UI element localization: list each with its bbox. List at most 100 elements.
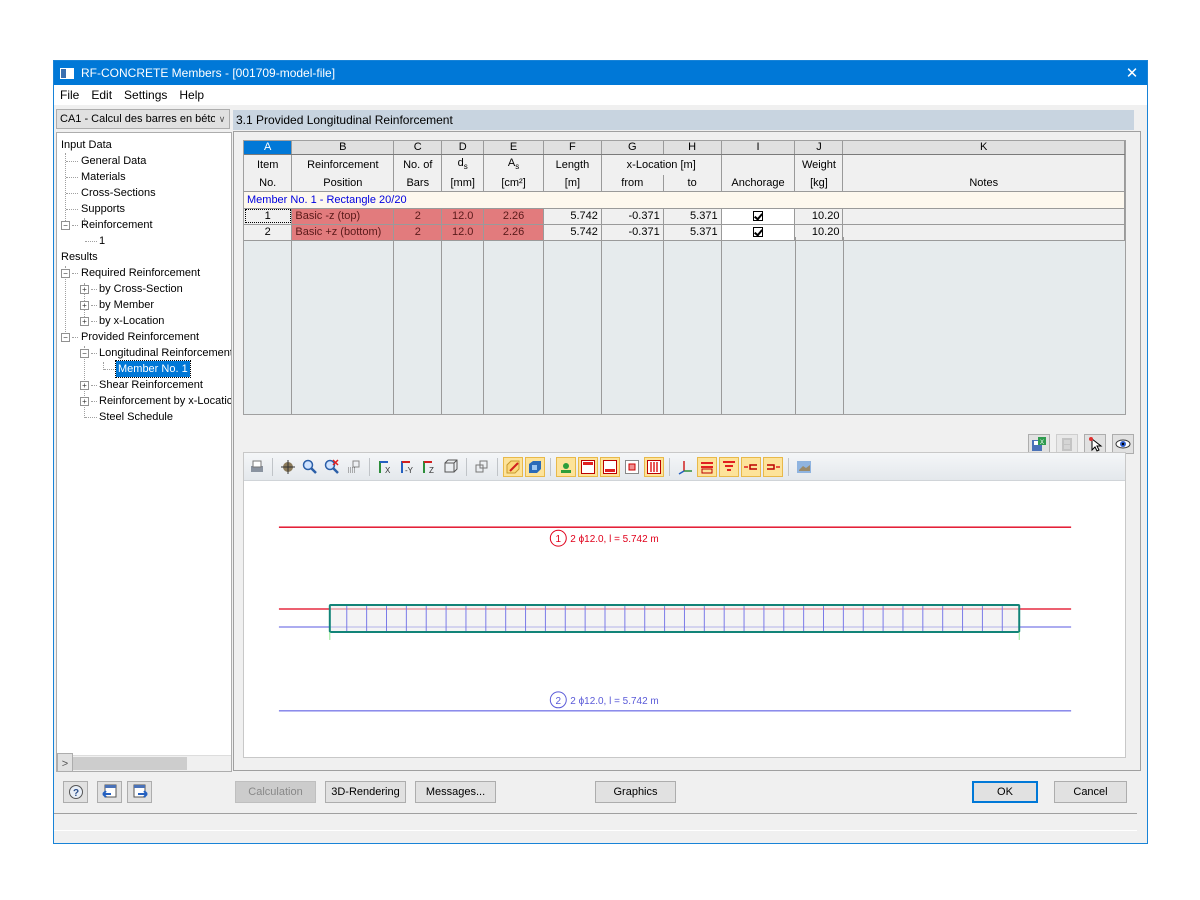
collapse-icon[interactable]: −: [61, 269, 70, 278]
collapse-icon[interactable]: −: [61, 221, 70, 230]
calculation-button[interactable]: Calculation: [235, 781, 316, 803]
top-reinforcement-icon[interactable]: [578, 456, 598, 477]
column-header-e[interactable]: E: [483, 141, 544, 155]
cell-weight[interactable]: 10.20: [794, 208, 844, 225]
tree-provided-reinforcement[interactable]: − Provided Reinforcement: [57, 329, 231, 345]
cancel-button[interactable]: Cancel: [1054, 781, 1127, 803]
cell-ds[interactable]: 12.0: [441, 208, 485, 225]
ok-button[interactable]: OK: [972, 781, 1038, 803]
view-minus-y-icon[interactable]: -Y: [397, 457, 417, 477]
chevron-down-icon[interactable]: ∨: [215, 114, 229, 125]
view-button[interactable]: [1112, 434, 1134, 454]
tree-steel-schedule[interactable]: Steel Schedule: [57, 409, 231, 425]
tree-by-cross-section[interactable]: + by Cross-Section: [57, 281, 231, 297]
anchorage-right-icon[interactable]: [763, 456, 783, 477]
tree-required-reinforcement[interactable]: − Required Reinforcement: [57, 265, 231, 281]
anchorage-checkbox[interactable]: [753, 210, 764, 221]
cell-to[interactable]: 5.371: [663, 208, 722, 225]
cell-bars[interactable]: 2: [393, 224, 443, 241]
members-display-icon[interactable]: [503, 456, 523, 477]
cell-from[interactable]: -0.371: [601, 208, 664, 225]
cell-item[interactable]: 1: [244, 208, 293, 225]
cell-position[interactable]: Basic +z (bottom): [291, 224, 395, 241]
cell-anchorage[interactable]: [721, 208, 796, 225]
tree-input-data[interactable]: Input Data: [57, 137, 231, 153]
cell-length[interactable]: 5.742: [543, 208, 602, 225]
export-excel-button[interactable]: X: [1028, 434, 1050, 454]
messages-button[interactable]: Messages...: [415, 781, 496, 803]
column-header-g[interactable]: G: [601, 141, 664, 155]
expand-icon[interactable]: +: [80, 301, 89, 310]
zoom-reset-icon[interactable]: [322, 457, 342, 477]
column-header-c[interactable]: C: [393, 141, 443, 155]
cell-position[interactable]: Basic -z (top): [291, 208, 395, 225]
next-window-button[interactable]: [127, 781, 152, 803]
column-header-a[interactable]: A: [244, 141, 293, 155]
tree-supports[interactable]: Supports: [57, 201, 231, 217]
graphics-button[interactable]: Graphics: [595, 781, 676, 803]
cell-length[interactable]: 5.742: [543, 224, 602, 241]
collapse-icon[interactable]: −: [61, 333, 70, 342]
bottom-reinforcement-icon[interactable]: [600, 456, 620, 477]
cell-anchorage[interactable]: [721, 224, 796, 241]
tree-results[interactable]: Results: [57, 249, 231, 265]
column-header-h[interactable]: H: [663, 141, 722, 155]
collapse-icon[interactable]: −: [80, 349, 89, 358]
tree-general-data[interactable]: General Data: [57, 153, 231, 169]
cell-ds[interactable]: 12.0: [441, 224, 485, 241]
library-button[interactable]: [1056, 434, 1078, 454]
horizontal-scrollbar[interactable]: < >: [57, 752, 231, 771]
render-settings-icon[interactable]: [794, 457, 814, 477]
column-header-f[interactable]: F: [543, 141, 602, 155]
cell-item[interactable]: 2: [244, 224, 293, 241]
column-header-j[interactable]: J: [794, 141, 844, 155]
view-all-icon[interactable]: [344, 457, 364, 477]
load-case-select[interactable]: CA1 - Calcul des barres en béto ∨: [56, 109, 230, 129]
axes-icon[interactable]: [675, 457, 695, 477]
previous-window-button[interactable]: [97, 781, 122, 803]
zoom-icon[interactable]: [300, 457, 320, 477]
isometric-view-icon[interactable]: [441, 457, 461, 477]
tree-cross-sections[interactable]: Cross-Sections: [57, 185, 231, 201]
table-row[interactable]: 2 Basic +z (bottom) 2 12.0 2.26 5.742 -0…: [244, 224, 1125, 241]
support-icon[interactable]: [556, 456, 576, 477]
expand-icon[interactable]: +: [80, 317, 89, 326]
column-header-b[interactable]: B: [291, 141, 395, 155]
cell-bars[interactable]: 2: [393, 208, 443, 225]
tree-reinforcement-by-x-location[interactable]: + Reinforcement by x-Locatic: [57, 393, 231, 409]
tree-shear-reinforcement[interactable]: + Shear Reinforcement: [57, 377, 231, 393]
menu-help[interactable]: Help: [173, 88, 210, 102]
section-reinforcement-icon[interactable]: [622, 457, 642, 477]
tree-member-no-1[interactable]: Member No. 1: [57, 360, 231, 378]
solid-display-icon[interactable]: [525, 456, 545, 477]
menu-file[interactable]: File: [54, 88, 85, 102]
close-icon[interactable]: ✕: [1117, 64, 1147, 82]
dimension-top-icon[interactable]: [697, 456, 717, 477]
table-row[interactable]: 1 Basic -z (top) 2 12.0 2.26 5.742 -0.37…: [244, 208, 1125, 225]
cell-as[interactable]: 2.26: [483, 224, 544, 241]
anchorage-left-icon[interactable]: [741, 456, 761, 477]
cell-notes[interactable]: [842, 224, 1125, 241]
menu-edit[interactable]: Edit: [85, 88, 118, 102]
cell-as[interactable]: 2.26: [483, 208, 544, 225]
pick-button[interactable]: [1084, 434, 1106, 454]
cell-weight[interactable]: 10.20: [794, 224, 844, 241]
tree-reinforcement[interactable]: − Reinforcement: [57, 217, 231, 233]
move-zoom-icon[interactable]: [278, 457, 298, 477]
help-button[interactable]: ?: [63, 781, 88, 803]
view-x-icon[interactable]: X: [375, 457, 395, 477]
tree-by-member[interactable]: + by Member: [57, 297, 231, 313]
cell-notes[interactable]: [842, 208, 1125, 225]
3d-rendering-button[interactable]: 3D-Rendering: [325, 781, 406, 803]
dimension-bottom-icon[interactable]: [719, 456, 739, 477]
view-z-icon[interactable]: Z: [419, 457, 439, 477]
expand-icon[interactable]: +: [80, 285, 89, 294]
wireframe-icon[interactable]: [472, 457, 492, 477]
cell-from[interactable]: -0.371: [601, 224, 664, 241]
tree-by-x-location[interactable]: + by x-Location: [57, 313, 231, 329]
cell-to[interactable]: 5.371: [663, 224, 722, 241]
column-header-d[interactable]: D: [441, 141, 485, 155]
menu-settings[interactable]: Settings: [118, 88, 173, 102]
anchorage-checkbox[interactable]: [753, 226, 764, 237]
column-header-k[interactable]: K: [842, 141, 1125, 155]
